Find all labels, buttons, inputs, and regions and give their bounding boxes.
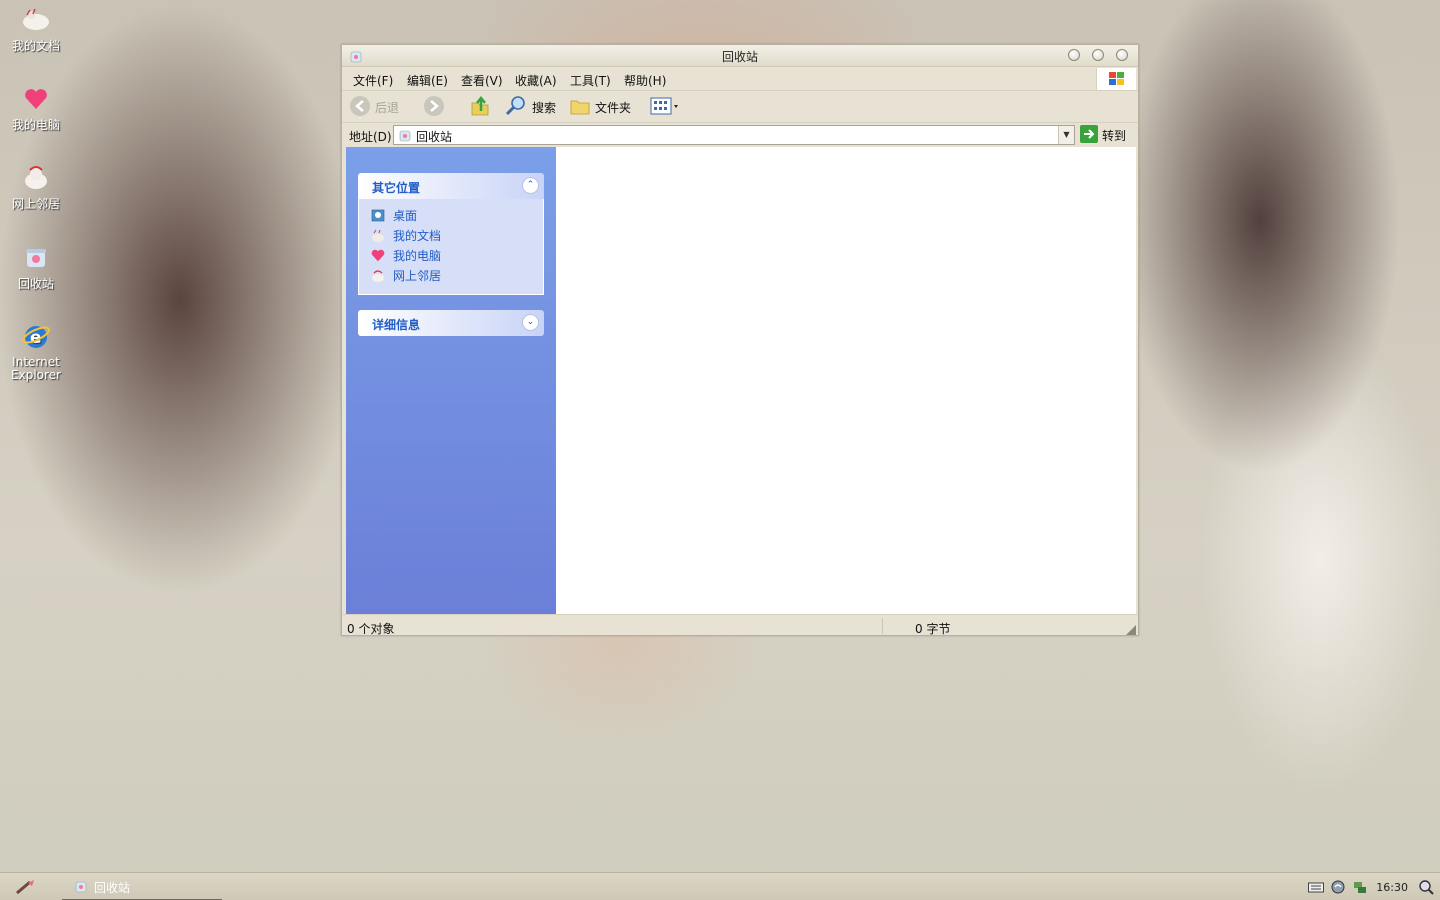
up-folder-button[interactable] (469, 95, 491, 119)
keyboard-icon[interactable] (1308, 879, 1325, 895)
desktop-icon-label: 我的文档 (11, 39, 60, 53)
address-input[interactable]: 回收站 ▼ (393, 125, 1075, 145)
title-bar[interactable]: 回收站 (342, 45, 1138, 67)
go-arrow-icon (1080, 125, 1098, 146)
address-dropdown-button[interactable]: ▼ (1058, 126, 1074, 144)
menu-favorites[interactable]: 收藏(A) (515, 72, 557, 89)
network-places-icon (371, 269, 385, 283)
desktop-icon-internet-explorer[interactable]: e Internet Explorer (4, 320, 68, 382)
file-list-area[interactable] (556, 147, 1136, 614)
desktop-icon-my-documents[interactable]: 我的文档 (4, 4, 68, 53)
start-button-icon[interactable] (14, 878, 38, 896)
object-count: 0 个对象 (347, 622, 395, 636)
desktop-icon-label: 网上邻居 (11, 197, 60, 211)
search-icon[interactable] (1418, 879, 1434, 895)
back-button[interactable]: 后退 (349, 95, 399, 119)
maximize-button[interactable] (1092, 49, 1104, 61)
recycle-bin-window: 回收站 文件(F) 编辑(E) 查看(V) 收藏(A) 工具(T) 帮助(H) … (341, 44, 1139, 636)
forward-button[interactable] (423, 95, 445, 119)
taskbar: 回收站 16:30 (0, 872, 1440, 900)
folders-label: 文件夹 (595, 100, 632, 115)
up-folder-icon (469, 95, 491, 120)
forward-arrow-icon (423, 95, 445, 120)
collapse-chevron-icon[interactable]: ⌃ (522, 177, 539, 194)
clock[interactable]: 16:30 (1376, 881, 1408, 894)
desktop-icon-label: 我的电脑 (11, 118, 60, 132)
desktop-icon-recycle-bin[interactable]: 回收站 (4, 242, 68, 291)
menu-edit[interactable]: 编辑(E) (407, 72, 448, 89)
expand-chevron-icon[interactable]: ⌄ (522, 314, 539, 331)
menu-view[interactable]: 查看(V) (461, 72, 503, 89)
folder-icon (569, 96, 591, 119)
details-title: 详细信息 (372, 318, 421, 332)
go-label: 转到 (1102, 129, 1127, 143)
taskbar-button-recycle-bin[interactable]: 回收站 (62, 876, 222, 900)
close-button[interactable] (1116, 49, 1128, 61)
task-pane: 其它位置 ⌃ 桌面 我的文档 我的电脑 网上邻居 详细信息 ⌄ (346, 147, 556, 614)
system-tray: 16:30 (1308, 873, 1440, 900)
address-value: 回收站 (416, 130, 453, 144)
menu-bar: 文件(F) 编辑(E) 查看(V) 收藏(A) 工具(T) 帮助(H) (342, 67, 1138, 91)
place-link-label: 我的文档 (393, 229, 442, 243)
go-button[interactable]: 转到 (1080, 125, 1126, 146)
windows-logo-icon (1096, 68, 1136, 90)
menu-help[interactable]: 帮助(H) (624, 72, 666, 89)
volume-icon[interactable] (1330, 879, 1346, 895)
place-link-desktop[interactable]: 桌面 (371, 207, 417, 224)
place-link-label: 桌面 (393, 209, 418, 223)
network-places-icon (20, 162, 52, 194)
standard-toolbar: 后退 搜索 文件夹 (342, 91, 1138, 123)
network-status-icon[interactable] (1352, 879, 1368, 895)
back-arrow-icon (349, 95, 371, 120)
address-label: 地址(D) (349, 130, 392, 144)
other-places-header[interactable]: 其它位置 ⌃ (358, 173, 544, 199)
address-bar: 地址(D) 回收站 ▼ 转到 (342, 123, 1138, 147)
search-magnifier-icon (504, 95, 528, 120)
back-label: 后退 (375, 100, 400, 115)
place-link-label: 网上邻居 (393, 269, 442, 283)
desktop-icon-my-computer[interactable]: 我的电脑 (4, 83, 68, 132)
views-grid-icon (650, 96, 680, 119)
details-header[interactable]: 详细信息 ⌄ (358, 310, 544, 336)
place-link-my-computer[interactable]: 我的电脑 (371, 247, 441, 264)
other-places-body: 桌面 我的文档 我的电脑 网上邻居 (358, 199, 544, 295)
my-documents-icon (20, 4, 52, 36)
other-places-title: 其它位置 (372, 181, 421, 195)
my-documents-icon (371, 229, 385, 243)
views-button[interactable] (650, 95, 680, 119)
menu-file[interactable]: 文件(F) (353, 72, 393, 89)
place-link-network[interactable]: 网上邻居 (371, 267, 441, 284)
desktop-icon-label: 回收站 (17, 277, 54, 291)
desktop-icon (371, 209, 385, 223)
folders-button[interactable]: 文件夹 (569, 95, 631, 119)
internet-explorer-icon: e (20, 320, 52, 352)
window-title: 回收站 (721, 50, 758, 64)
status-bar: 0 个对象 0 字节 (342, 614, 1138, 636)
place-link-label: 我的电脑 (393, 249, 442, 263)
heart-computer-icon (371, 249, 385, 263)
desktop-icon-label: Internet Explorer (11, 355, 61, 382)
menu-tools[interactable]: 工具(T) (570, 72, 611, 89)
recycle-bin-small-icon (398, 128, 412, 145)
heart-computer-icon (20, 83, 52, 115)
search-label: 搜索 (532, 100, 557, 115)
recycle-bin-icon (20, 242, 52, 274)
taskbar-button-label: 回收站 (94, 881, 131, 895)
status-separator (882, 618, 883, 634)
desktop-icon-network[interactable]: 网上邻居 (4, 162, 68, 211)
total-size: 0 字节 (915, 622, 951, 636)
resize-grip-icon[interactable] (1126, 624, 1136, 635)
place-link-my-documents[interactable]: 我的文档 (371, 227, 441, 244)
recycle-bin-icon (74, 879, 88, 896)
search-button[interactable]: 搜索 (504, 95, 556, 119)
minimize-button[interactable] (1068, 49, 1080, 61)
window-body: 其它位置 ⌃ 桌面 我的文档 我的电脑 网上邻居 详细信息 ⌄ (346, 147, 1136, 614)
